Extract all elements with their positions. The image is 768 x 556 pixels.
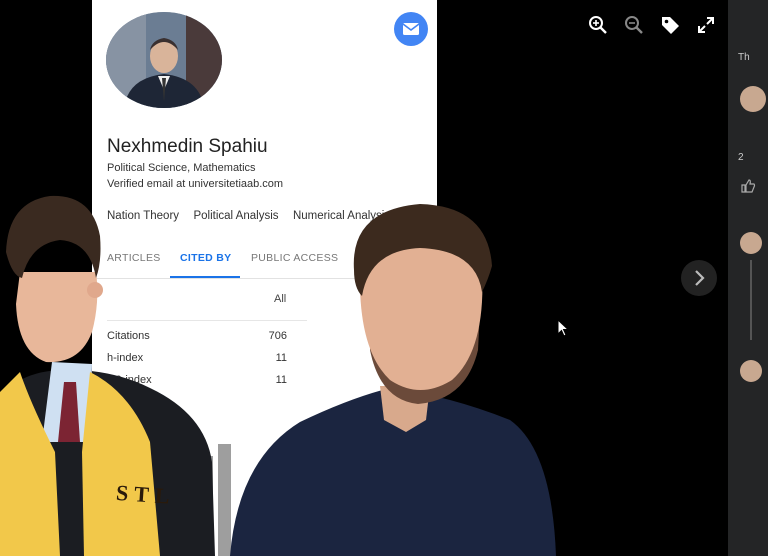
zoom-out-icon: [625, 16, 643, 34]
zoom-out-button[interactable]: [623, 14, 645, 36]
fullscreen-icon: [698, 17, 714, 33]
zoom-in-button[interactable]: [587, 14, 609, 36]
fullscreen-button[interactable]: [695, 14, 717, 36]
person-left-photo: [0, 195, 215, 556]
sidebar-header-label: Th: [738, 52, 750, 63]
profile-affiliation: Political Science, Mathematics: [107, 162, 256, 174]
tag-button[interactable]: [659, 14, 681, 36]
next-photo-button[interactable]: [681, 260, 717, 296]
avatar[interactable]: [740, 232, 762, 254]
zoom-in-icon: [589, 16, 607, 34]
person-right-photo: [230, 204, 556, 556]
avatar[interactable]: [740, 360, 762, 382]
like-icon[interactable]: [740, 178, 756, 194]
chevron-right-icon: [695, 270, 705, 286]
like-count: 2: [738, 152, 744, 163]
divider: [750, 260, 752, 340]
profile-name: Nexhmedin Spahiu: [107, 136, 268, 157]
tag-icon: [662, 17, 679, 34]
email-button[interactable]: [394, 12, 428, 46]
facebook-sidebar: Th 2: [728, 0, 768, 556]
profile-email: Verified email at universitetiaab.com: [107, 178, 284, 190]
avatar[interactable]: [740, 86, 766, 112]
photo-viewer: Nexhmedin Spahiu Political Science, Math…: [0, 0, 728, 556]
profile-photo: [106, 12, 222, 108]
sash-lettering: STL: [115, 479, 177, 510]
email-icon: [402, 23, 420, 35]
